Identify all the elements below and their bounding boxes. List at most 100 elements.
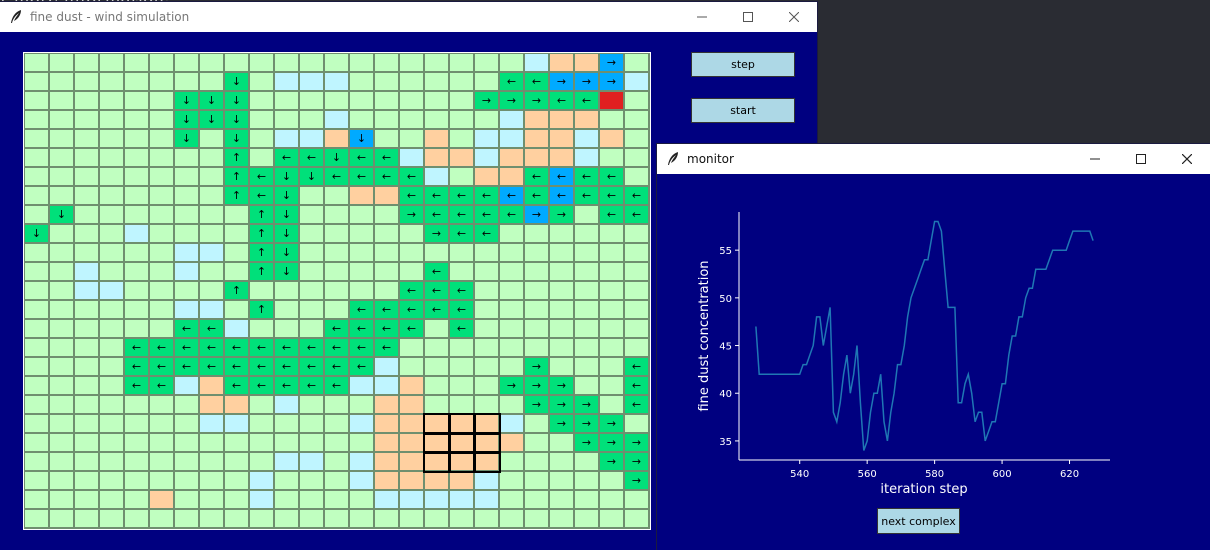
grid-cell-wind: ← [125, 339, 148, 356]
grid-cell [50, 54, 73, 71]
grid-cell-wind: ← [400, 187, 423, 204]
grid-cell [100, 491, 123, 508]
grid-cell [500, 491, 523, 508]
grid-cell [625, 301, 648, 318]
grid-cell [25, 320, 48, 337]
grid-cell [175, 54, 198, 71]
grid-cell [50, 73, 73, 90]
grid-cell [75, 130, 98, 147]
grid-cell [250, 73, 273, 90]
grid-cell-wind: ← [625, 187, 648, 204]
close-icon[interactable] [1164, 144, 1210, 174]
grid-cell-wind: ← [425, 282, 448, 299]
grid-cell-wind: ↓ [175, 111, 198, 128]
grid-cell [50, 396, 73, 413]
minimize-icon[interactable] [1072, 144, 1118, 174]
grid-cell-calm [300, 130, 323, 147]
grid-cell [125, 263, 148, 280]
grid-cell [550, 320, 573, 337]
simulation-grid[interactable]: → ↓ ← ← → → → ↓ ↓ ↓ → → → ← ← ↓ ↓ ↓ ↓ ↓ ↓ ↑ ← ← ↓ ← ← ↑ ← ↓ ↓ ← ← ← ← ← ← ← ← ↑… [23, 52, 651, 530]
grid-cell-dust [600, 130, 623, 147]
grid-cell [450, 244, 473, 261]
grid-cell [450, 73, 473, 90]
grid-cell [175, 491, 198, 508]
grid-cell-dust [450, 472, 473, 489]
grid-cell [600, 301, 623, 318]
grid-cell-wind: ← [200, 320, 223, 337]
grid-cell [300, 282, 323, 299]
grid-cell [450, 510, 473, 527]
sim-title-bar[interactable]: fine dust - wind simulation [0, 2, 817, 32]
maximize-icon[interactable] [725, 2, 771, 32]
next-complex-button[interactable]: next complex [877, 508, 960, 534]
grid-cell [75, 415, 98, 432]
grid-cell [150, 168, 173, 185]
highlight-cell-border [473, 413, 501, 435]
close-icon[interactable] [771, 2, 817, 32]
grid-cell [75, 339, 98, 356]
grid-cell [125, 282, 148, 299]
grid-cell-calm [175, 244, 198, 261]
grid-cell [75, 377, 98, 394]
grid-cell-wind: ← [250, 377, 273, 394]
start-button[interactable]: start [691, 98, 795, 123]
monitor-title-bar[interactable]: monitor [657, 144, 1210, 174]
grid-cell [25, 92, 48, 109]
grid-cell-dust [525, 149, 548, 166]
grid-cell [125, 168, 148, 185]
grid-cell [375, 263, 398, 280]
highlight-cell-border [423, 413, 451, 435]
grid-cell-calm [125, 225, 148, 242]
grid-cell [75, 168, 98, 185]
grid-cell [425, 339, 448, 356]
grid-cell [375, 225, 398, 242]
grid-cell [25, 301, 48, 318]
grid-cell [250, 111, 273, 128]
grid-cell [600, 339, 623, 356]
highlight-cell-border [423, 432, 451, 454]
grid-cell [550, 282, 573, 299]
grid-cell [150, 244, 173, 261]
grid-cell [625, 282, 648, 299]
grid-cell-wind: ← [625, 206, 648, 223]
grid-cell [200, 491, 223, 508]
grid-cell [575, 263, 598, 280]
grid-cell-calm [75, 263, 98, 280]
grid-cell-calm [400, 149, 423, 166]
grid-cell-wind: ← [325, 377, 348, 394]
grid-cell [350, 510, 373, 527]
grid-cell-dust [375, 453, 398, 470]
grid-cell-calm [175, 301, 198, 318]
grid-cell [325, 206, 348, 223]
grid-cell [125, 320, 148, 337]
grid-cell-dust [400, 377, 423, 394]
x-tick-label: 580 [925, 469, 944, 480]
grid-cell [25, 187, 48, 204]
grid-cell-calm [575, 130, 598, 147]
grid-cell [150, 206, 173, 223]
grid-cell [350, 225, 373, 242]
grid-cell [75, 320, 98, 337]
grid-cell [525, 510, 548, 527]
feather-icon [668, 152, 678, 165]
maximize-icon[interactable] [1118, 144, 1164, 174]
step-button[interactable]: step [691, 52, 795, 77]
grid-cell [100, 472, 123, 489]
grid-cell [475, 73, 498, 90]
grid-cell [325, 301, 348, 318]
grid-cell [25, 73, 48, 90]
grid-cell [250, 415, 273, 432]
grid-cell [200, 434, 223, 451]
grid-cell-wind: ← [450, 320, 473, 337]
grid-cell-wind: ← [400, 168, 423, 185]
grid-cell-wind: ← [350, 339, 373, 356]
grid-cell-wind: ↓ [275, 168, 298, 185]
grid-cell [300, 263, 323, 280]
grid-cell [500, 320, 523, 337]
grid-cell [475, 358, 498, 375]
grid-cell [50, 339, 73, 356]
grid-cell [275, 510, 298, 527]
minimize-icon[interactable] [679, 2, 725, 32]
grid-cell [50, 453, 73, 470]
grid-cell-calm [175, 263, 198, 280]
